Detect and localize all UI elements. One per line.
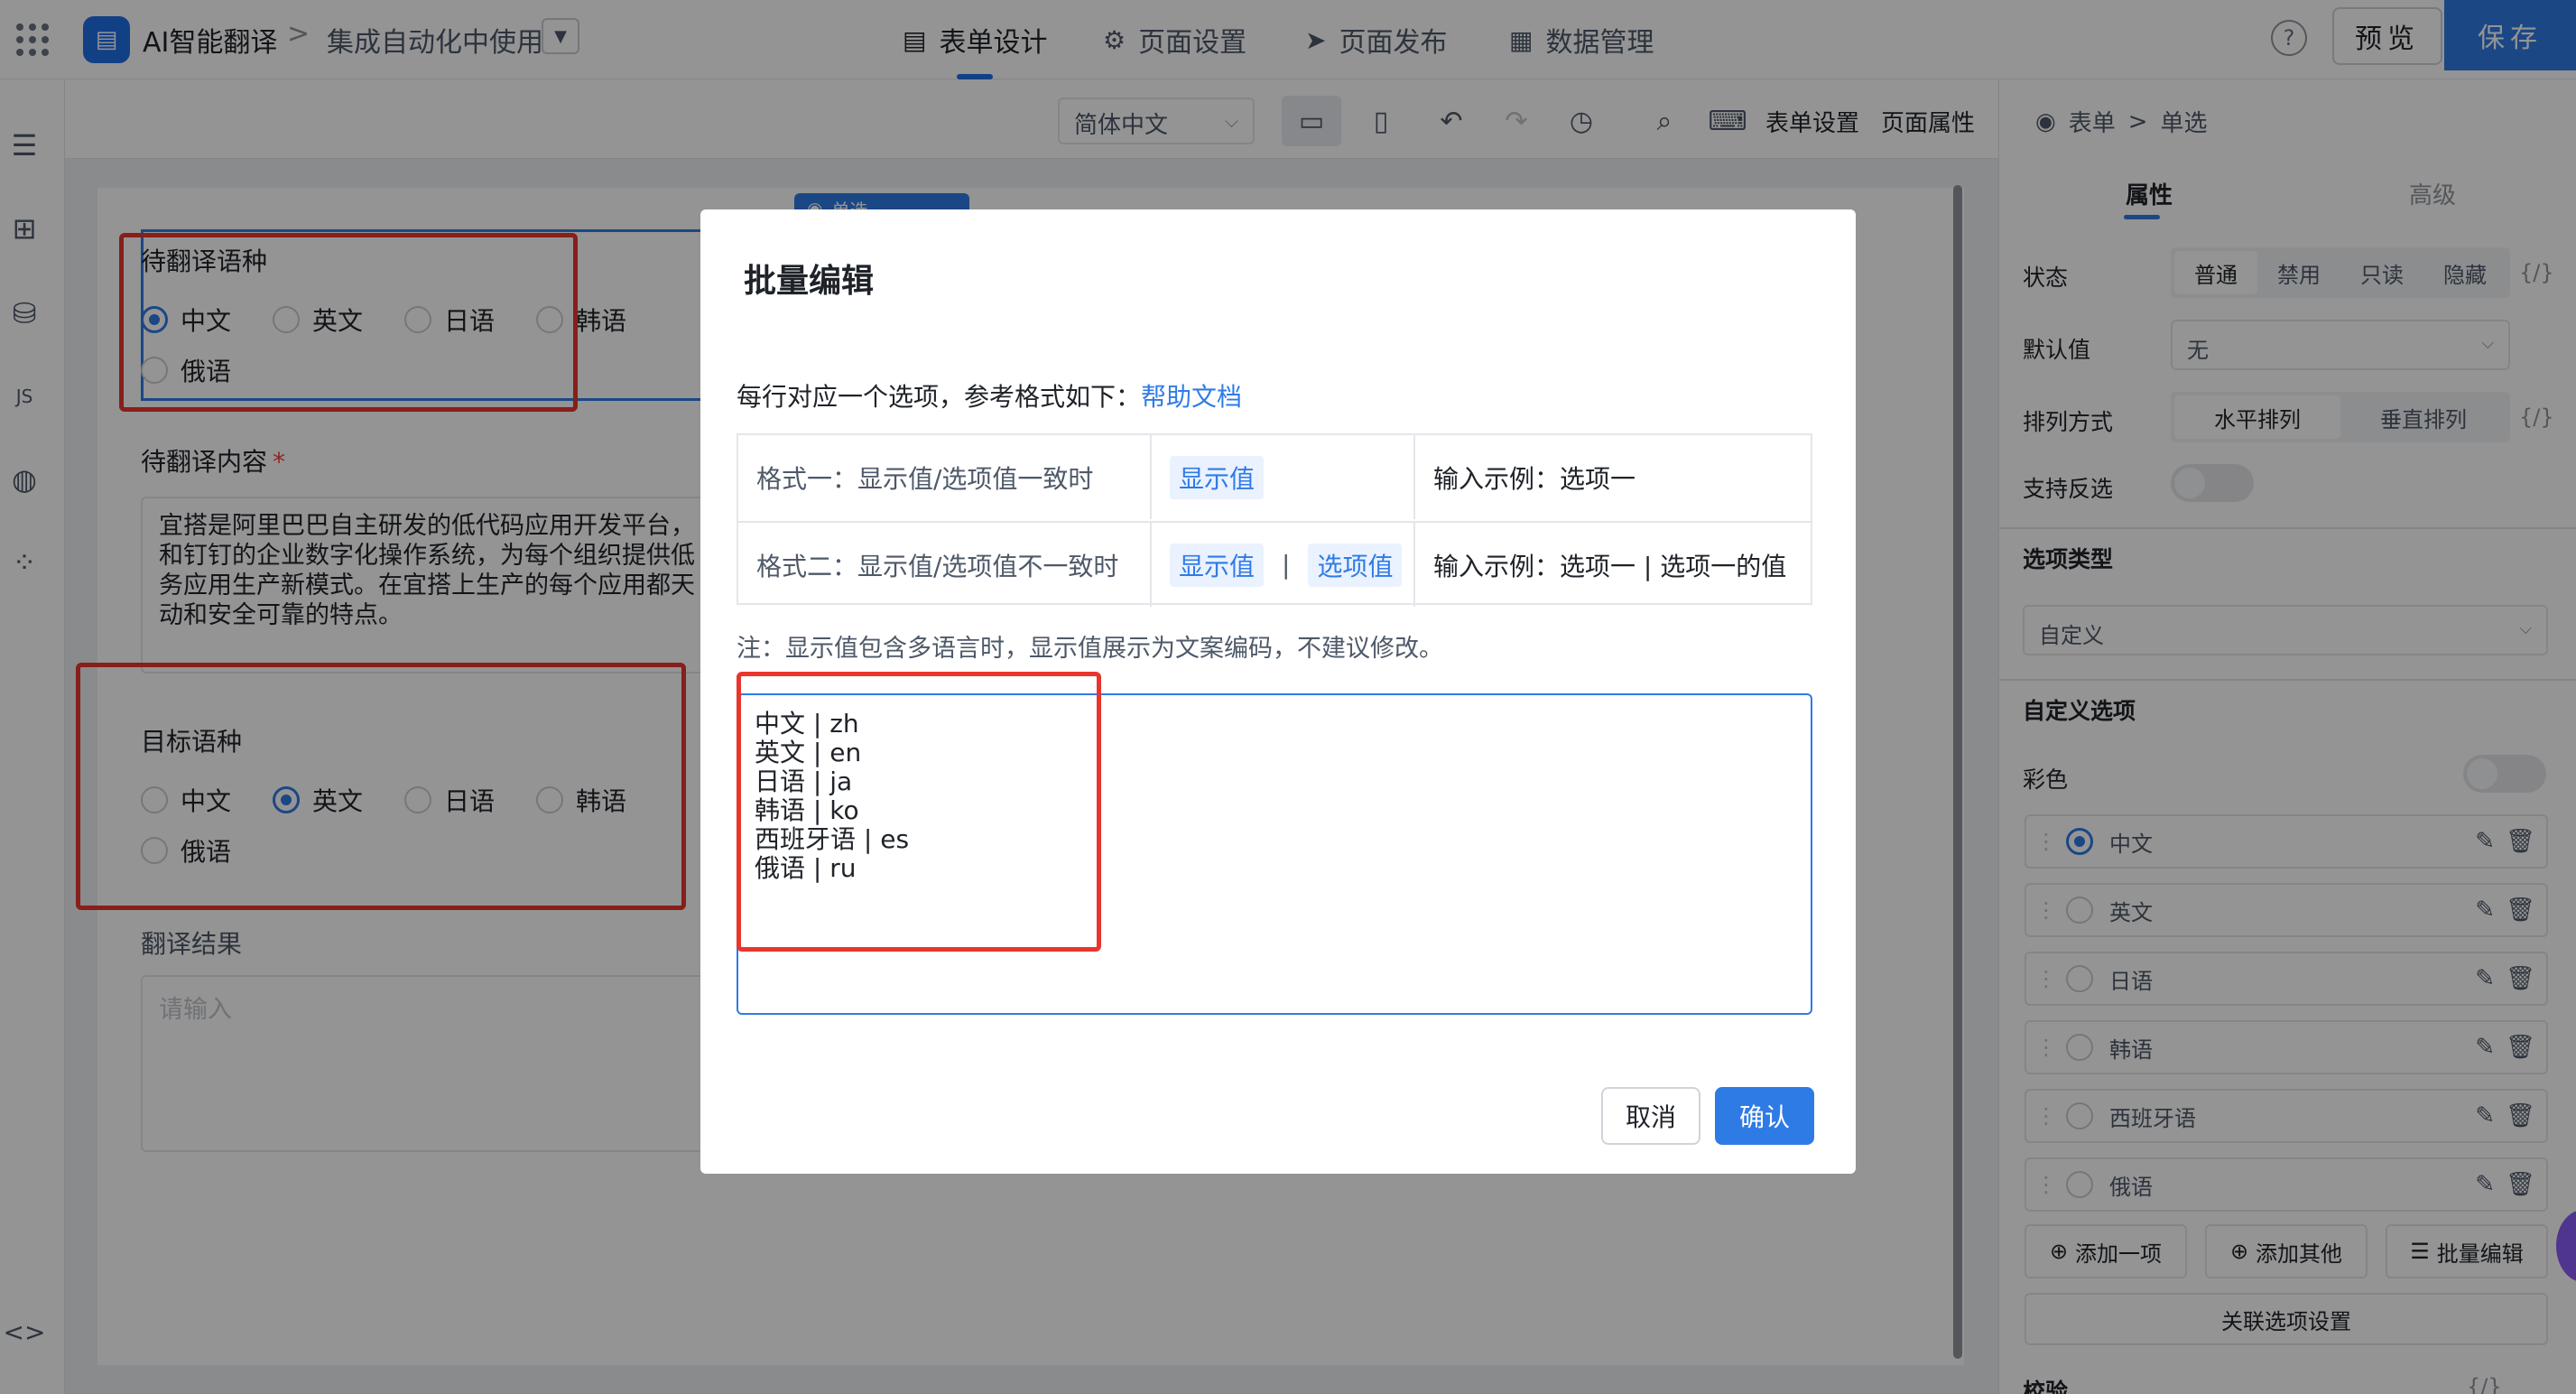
dialog-title: 批量编辑 <box>744 263 875 300</box>
help-doc-link[interactable]: 帮助文档 <box>1141 382 1242 412</box>
format-chip-value: 选项值 <box>1308 543 1403 587</box>
dialog-note: 注：显示值包含多语言时，显示值展示为文案编码，不建议修改。 <box>737 635 1443 663</box>
batch-edit-dialog: 批量编辑 每行对应一个选项，参考格式如下：帮助文档 格式一：显示值/选项值一致时… <box>700 209 1856 1174</box>
format-row-2: 格式二：显示值/选项值不一致时 显示值 | 选项值 输入示例：选项一 | 选项一的值 <box>738 521 1811 607</box>
format-row-1: 格式一：显示值/选项值一致时 显示值 输入示例：选项一 <box>738 435 1811 519</box>
format-table: 格式一：显示值/选项值一致时 显示值 输入示例：选项一 格式二：显示值/选项值不… <box>737 433 1812 607</box>
dialog-description: 每行对应一个选项，参考格式如下：帮助文档 <box>737 382 1243 412</box>
highlight-box-batch-lines <box>737 672 1101 952</box>
format-chip-display: 显示值 <box>1170 455 1265 499</box>
confirm-button[interactable]: 确认 <box>1715 1087 1814 1145</box>
format-chip-display: 显示值 <box>1170 543 1265 587</box>
cancel-button[interactable]: 取消 <box>1601 1087 1700 1145</box>
